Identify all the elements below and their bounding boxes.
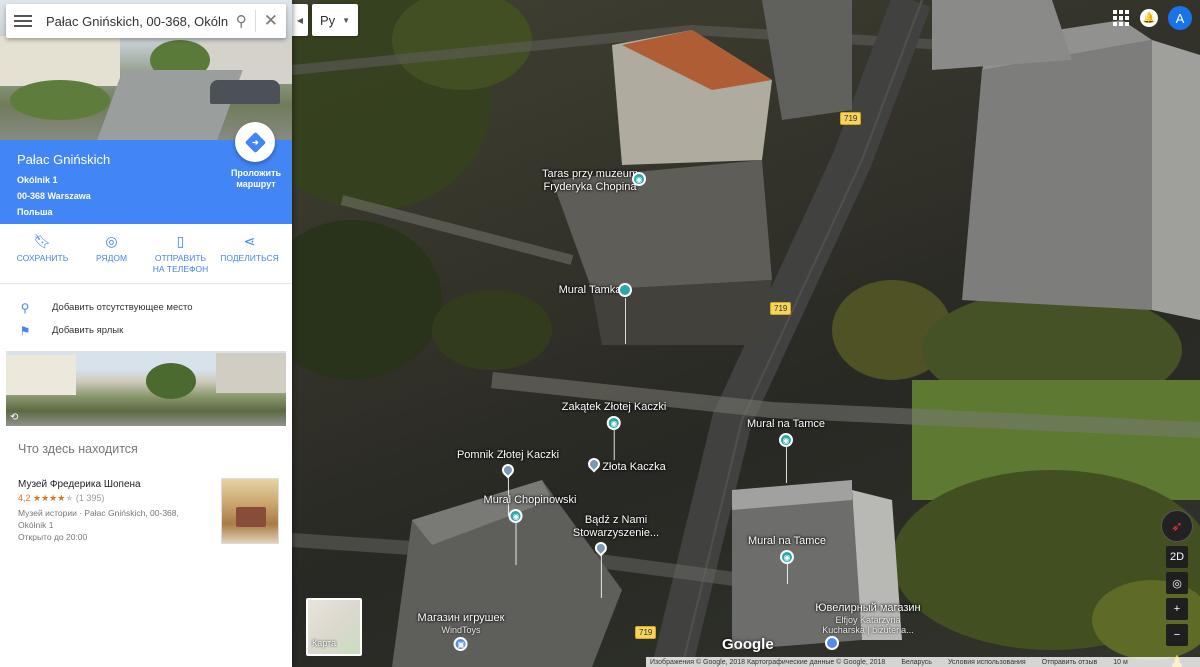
map-pin-mural-chopinowski[interactable]: Mural Chopinowski ◉	[484, 494, 576, 565]
send-to-phone-button[interactable]: ▯ ОТПРАВИТЬ НА ТЕЛЕФОН	[149, 233, 213, 283]
map-pin-zlota-kaczka[interactable]: Złota Kaczka	[602, 461, 666, 474]
map-pin-juvelirnyj[interactable]: Ювелирный магазин Elfjoy Katarzyna Kucha…	[815, 602, 920, 635]
road-shield-719: 719	[770, 302, 792, 315]
camera-icon: ◉	[780, 550, 794, 564]
notifications-icon[interactable]: 🔔	[1140, 9, 1158, 27]
place-panel: Pałac Gnińskich, 00-368, Okólnik ⚲ ✕ Pał…	[0, 0, 292, 667]
chevron-down-icon: ▼	[342, 15, 350, 25]
nearby-place-category: Музей истории · Pałac Gnińskich, 00-368,	[18, 508, 179, 518]
directions-button[interactable]: ➜	[235, 122, 275, 162]
action-bar: 🔖︎ СОХРАНИТЬ ◎ РЯДОМ ▯ ОТПРАВИТЬ НА ТЕЛЕ…	[0, 224, 292, 284]
street-view-icon: ⟲	[10, 412, 19, 423]
camera-icon: ◉	[779, 433, 793, 447]
scale-indicator: 10 м	[1113, 658, 1128, 666]
place-title: Pałac Gnińskich	[17, 152, 111, 167]
add-missing-place-link[interactable]: ⚲ Добавить отсутствующее место	[18, 296, 292, 319]
map-pin-zakatek[interactable]: Zakątek Złotej Kaczki ◉	[562, 401, 666, 460]
footer-feedback-link[interactable]: Отправить отзыв	[1042, 659, 1098, 666]
shop-icon	[825, 636, 839, 650]
my-location-icon[interactable]: ◎	[1166, 572, 1188, 594]
search-input[interactable]: Pałac Gnińskich, 00-368, Okólnik	[46, 14, 228, 29]
minimap-label: Карта	[312, 638, 337, 648]
map-pin-mural-na-tamce-2[interactable]: Mural na Tamce ◉	[748, 535, 826, 584]
search-icon[interactable]: ⚲	[236, 12, 247, 30]
zoom-in-button[interactable]: +	[1166, 598, 1188, 620]
collapse-panel-button[interactable]: ◀	[292, 4, 308, 36]
map-pin-taras[interactable]: Taras przy muzeum Fryderyka Chopina ◉	[542, 168, 646, 194]
toggle-2d-button[interactable]: 2D	[1166, 546, 1188, 568]
camera-icon: ◉	[606, 416, 621, 430]
directions-label: Проложить маршрут	[230, 168, 282, 189]
compass-icon[interactable]: ➶	[1161, 510, 1193, 542]
flag-icon: ⚑	[19, 323, 31, 338]
nearby-place-item[interactable]: Музей Фредерика Шопена 4,2 ★★★★★ (1 395)…	[18, 479, 218, 543]
bookmark-icon: 🔖︎	[33, 233, 52, 249]
share-icon: ⋖	[243, 233, 256, 249]
close-icon[interactable]: ✕	[264, 11, 278, 31]
camera-icon	[618, 283, 632, 297]
map-pin-mural-tamka[interactable]: Mural Tamka	[559, 284, 622, 297]
share-button[interactable]: ⋖ ПОДЕЛИТЬСЯ	[218, 233, 282, 283]
place-address-line3: Польша	[17, 207, 53, 217]
save-button[interactable]: 🔖︎ СОХРАНИТЬ	[11, 233, 75, 283]
google-logo: Google	[722, 636, 774, 653]
road-shield-719: 719	[840, 112, 862, 125]
language-value: Ру	[320, 12, 336, 28]
place-header: Pałac Gnińskich Okólnik 1 00-368 Warszaw…	[0, 122, 292, 224]
road-shield-719: 719	[635, 626, 657, 639]
map-footer: Изображения © Google, 2018 Картографичес…	[646, 657, 1200, 667]
star-empty-icon: ★	[65, 493, 74, 503]
shop-icon: ▣	[454, 637, 468, 651]
chevron-left-icon: ◀	[296, 15, 304, 25]
nearby-place-rating: 4,2 ★★★★★ (1 395)	[18, 493, 105, 503]
star-rating-icon: ★★★★	[33, 493, 66, 503]
nearby-button[interactable]: ◎ РЯДОМ	[80, 233, 144, 283]
directions-icon: ➜	[244, 131, 266, 153]
map-scene	[292, 0, 1200, 667]
add-place-icon: ⚲	[20, 300, 30, 315]
phone-icon: ▯	[176, 233, 185, 249]
nearby-place-photo[interactable]	[221, 478, 279, 544]
edit-links: ⚲ Добавить отсутствующее место ⚑ Добавит…	[0, 284, 292, 342]
pin-stem	[625, 298, 626, 344]
avatar[interactable]: A	[1168, 6, 1192, 30]
minimap-toggle[interactable]: Карта	[306, 598, 362, 656]
camera-icon: ◉	[509, 509, 523, 523]
menu-icon[interactable]	[14, 15, 32, 27]
add-label-link[interactable]: ⚑ Добавить ярлык	[18, 319, 292, 342]
footer-terms-link[interactable]: Условия использования	[948, 659, 1026, 666]
map-3d-view[interactable]: 719 719 719 Taras przy muzeum Fryderyka …	[292, 0, 1200, 667]
place-address-line2: 00-368 Warszawa	[17, 191, 91, 201]
nearby-section-title: Что здесь находится	[18, 442, 138, 456]
map-controls: ➶ 2D ◎ + − ♟	[1161, 510, 1193, 667]
nearby-icon: ◎	[105, 233, 118, 249]
zoom-out-button[interactable]: −	[1166, 624, 1188, 646]
account-bar: 🔔 A	[1112, 6, 1192, 30]
map-pin-badz-z-nami[interactable]: Bądź z Nami Stowarzyszenie...	[573, 514, 659, 598]
map-pin-magazin-igrushek[interactable]: Магазин игрушек WindToys ▣	[418, 612, 504, 651]
apps-grid-icon[interactable]	[1112, 9, 1130, 27]
maps-app: 719 719 719 Taras przy muzeum Fryderyka …	[0, 0, 1200, 667]
camera-icon: ◉	[631, 172, 646, 186]
language-select[interactable]: Ру ▼	[312, 4, 358, 36]
search-box: Pałac Gnińskich, 00-368, Okólnik ⚲ ✕	[6, 4, 286, 38]
nearby-place-hours: Открыто до 20:00	[18, 532, 88, 542]
street-view-thumbnail[interactable]: ⟲	[6, 351, 286, 426]
map-pin-mural-na-tamce-1[interactable]: Mural na Tamce ◉	[747, 418, 825, 483]
nearby-place-name: Музей Фредерика Шопена	[18, 479, 141, 490]
footer-region-link[interactable]: Беларусь	[901, 659, 932, 666]
nearby-place-address: Okólnik 1	[18, 520, 54, 530]
